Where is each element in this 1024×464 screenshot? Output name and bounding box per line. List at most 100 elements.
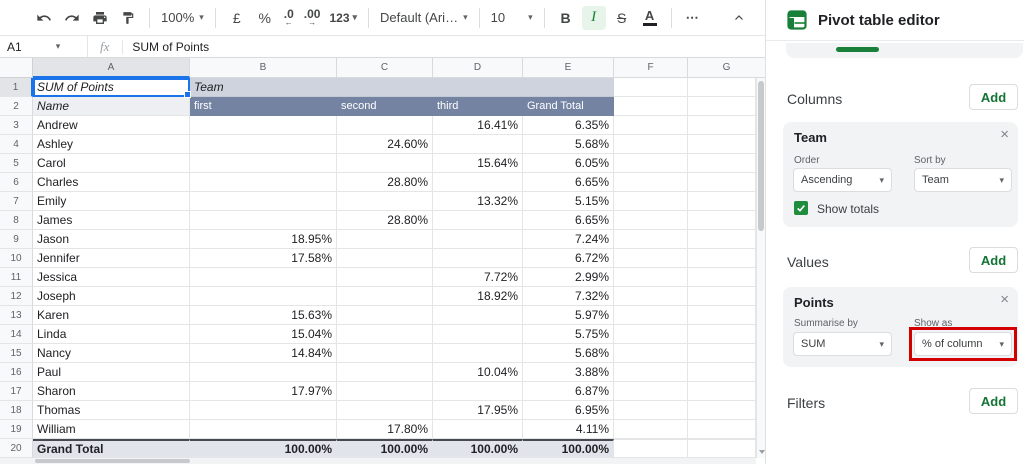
grand-total-value-cell[interactable]: 3.88%: [523, 363, 614, 382]
third-value-cell[interactable]: 10.04%: [433, 363, 523, 382]
row-header[interactable]: 9: [0, 230, 33, 249]
cell[interactable]: [614, 249, 688, 268]
row-header[interactable]: 13: [0, 306, 33, 325]
cell[interactable]: [688, 192, 756, 211]
first-value-cell[interactable]: [190, 173, 337, 192]
redo-button[interactable]: [60, 6, 84, 30]
second-value-cell[interactable]: 24.60%: [337, 135, 433, 154]
grand-total-value-cell[interactable]: 2.99%: [523, 268, 614, 287]
third-value-cell[interactable]: [433, 173, 523, 192]
first-value-cell[interactable]: 17.58%: [190, 249, 337, 268]
cell[interactable]: [614, 268, 688, 287]
name-cell[interactable]: Emily: [33, 192, 190, 211]
row-header[interactable]: 15: [0, 344, 33, 363]
cell[interactable]: [688, 135, 756, 154]
cell[interactable]: [614, 230, 688, 249]
first-value-cell[interactable]: 15.04%: [190, 325, 337, 344]
name-cell[interactable]: Andrew: [33, 116, 190, 135]
cell[interactable]: [688, 154, 756, 173]
row-header[interactable]: 19: [0, 420, 33, 439]
close-icon[interactable]: ×: [1000, 127, 1009, 142]
name-cell[interactable]: Paul: [33, 363, 190, 382]
zoom-select[interactable]: 100% ▾: [161, 10, 204, 25]
cell[interactable]: [688, 306, 756, 325]
vertical-scrollbar-thumb[interactable]: [758, 81, 764, 231]
cell-a1-selected[interactable]: SUM of Points: [33, 78, 190, 97]
print-button[interactable]: [88, 6, 112, 30]
values-add-button[interactable]: Add: [969, 247, 1018, 273]
vertical-scrollbar[interactable]: [756, 78, 765, 458]
third-value-cell[interactable]: [433, 249, 523, 268]
third-value-cell[interactable]: [433, 344, 523, 363]
cell[interactable]: [688, 439, 756, 458]
cell[interactable]: [614, 363, 688, 382]
second-value-cell[interactable]: [337, 116, 433, 135]
cell[interactable]: [614, 382, 688, 401]
decrease-decimal-button[interactable]: .0 ←: [284, 8, 294, 27]
column-header-a[interactable]: A: [33, 58, 190, 78]
column-header-c[interactable]: C: [337, 58, 433, 78]
second-value-cell[interactable]: [337, 325, 433, 344]
grand-total-value-cell[interactable]: 7.32%: [523, 287, 614, 306]
second-value-cell[interactable]: [337, 249, 433, 268]
name-cell[interactable]: James: [33, 211, 190, 230]
second-value-cell[interactable]: [337, 306, 433, 325]
cell[interactable]: [688, 287, 756, 306]
select-all-corner[interactable]: [0, 58, 33, 78]
pivot-column-header-grand-total[interactable]: Grand Total: [523, 97, 614, 116]
third-value-cell[interactable]: [433, 420, 523, 439]
second-value-cell[interactable]: [337, 192, 433, 211]
filters-add-button[interactable]: Add: [969, 388, 1018, 414]
cell[interactable]: [688, 211, 756, 230]
third-value-cell[interactable]: 17.95%: [433, 401, 523, 420]
first-value-cell[interactable]: [190, 154, 337, 173]
first-value-cell[interactable]: [190, 211, 337, 230]
cell[interactable]: [614, 173, 688, 192]
name-cell[interactable]: Karen: [33, 306, 190, 325]
show-as-dropdown[interactable]: % of column ▾: [914, 332, 1012, 356]
grand-total-value-cell[interactable]: 6.72%: [523, 249, 614, 268]
name-cell[interactable]: Joseph: [33, 287, 190, 306]
name-cell[interactable]: Jennifer: [33, 249, 190, 268]
second-value-cell[interactable]: [337, 344, 433, 363]
name-cell[interactable]: Nancy: [33, 344, 190, 363]
grand-total-value-cell[interactable]: 6.35%: [523, 116, 614, 135]
cell[interactable]: [688, 97, 756, 116]
pivot-column-header-third[interactable]: third: [433, 97, 523, 116]
columns-add-button[interactable]: Add: [969, 84, 1018, 110]
first-value-cell[interactable]: [190, 135, 337, 154]
formula-input[interactable]: SUM of Points: [132, 40, 209, 54]
grand-total-third-cell[interactable]: 100.00%: [433, 439, 523, 458]
row-header[interactable]: 11: [0, 268, 33, 287]
close-icon[interactable]: ×: [1000, 292, 1009, 307]
row-header[interactable]: 17: [0, 382, 33, 401]
cell[interactable]: [688, 268, 756, 287]
column-header-g[interactable]: G: [688, 58, 765, 78]
second-value-cell[interactable]: 28.80%: [337, 211, 433, 230]
first-value-cell[interactable]: [190, 192, 337, 211]
cell[interactable]: [614, 154, 688, 173]
cell[interactable]: [614, 192, 688, 211]
third-value-cell[interactable]: [433, 211, 523, 230]
third-value-cell[interactable]: [433, 230, 523, 249]
grand-total-value-cell[interactable]: 4.11%: [523, 420, 614, 439]
first-value-cell[interactable]: [190, 116, 337, 135]
third-value-cell[interactable]: 15.64%: [433, 154, 523, 173]
undo-button[interactable]: [32, 6, 56, 30]
row-header[interactable]: 5: [0, 154, 33, 173]
first-value-cell[interactable]: 15.63%: [190, 306, 337, 325]
grand-total-value-cell[interactable]: 5.68%: [523, 135, 614, 154]
text-color-button[interactable]: A: [638, 6, 662, 30]
row-header[interactable]: 1: [0, 78, 33, 97]
second-value-cell[interactable]: [337, 230, 433, 249]
second-value-cell[interactable]: [337, 287, 433, 306]
first-value-cell[interactable]: [190, 420, 337, 439]
column-header-e[interactable]: E: [523, 58, 614, 78]
grand-total-value-cell[interactable]: 6.95%: [523, 401, 614, 420]
grand-total-value-cell[interactable]: 5.15%: [523, 192, 614, 211]
pivot-column-header-first[interactable]: first: [190, 97, 337, 116]
third-value-cell[interactable]: 16.41%: [433, 116, 523, 135]
column-header-d[interactable]: D: [433, 58, 523, 78]
name-cell[interactable]: Linda: [33, 325, 190, 344]
name-box[interactable]: A1 ▾: [0, 36, 88, 57]
